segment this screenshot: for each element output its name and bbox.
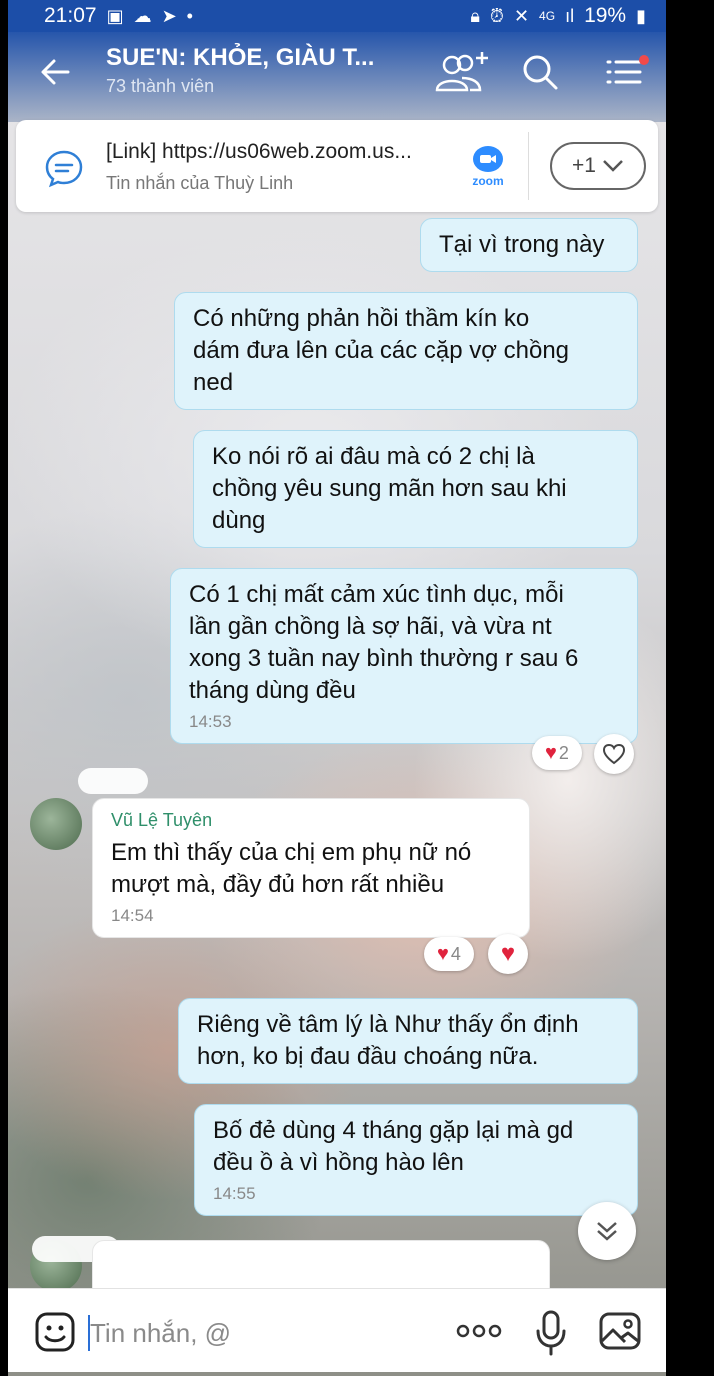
message-time: 14:54 [111,906,154,925]
cloud-icon: ☁ [133,5,152,26]
more-pinned-button[interactable]: +1 [550,142,646,190]
message-line: lần gần chồng là sợ hãi, và vừa nt [189,613,552,640]
avatar[interactable] [30,798,82,850]
more-pinned-count: +1 [572,154,596,177]
message-line: dám đưa lên của các cặp vợ chồng [193,337,570,364]
message-line: Riêng về tâm lý là Như thấy ổn định [197,1011,579,1038]
gallery-notification-icon: ▣ [106,5,124,26]
clock: 21:07 [44,4,97,27]
react-button[interactable]: ♥ [488,934,528,974]
menu-icon[interactable] [602,54,650,90]
message-line: Có những phản hồi thầm kín ko [193,305,530,332]
sender-name[interactable]: Vũ Lệ Tuyên [111,809,511,831]
heart-icon: ♥ [500,940,516,967]
status-bar: 21:07 ▣ ☁ ➤ • 🔒︎ ⏰︎ ✕ 4G ıl 19% ▮ [8,0,666,32]
message-line: xong 3 tuần nay bình thường r sau 6 [189,645,579,672]
heart-icon: ♥ [545,741,557,764]
pinned-subtitle: Tin nhắn của Thuỳ Linh [106,173,294,193]
add-member-icon[interactable] [432,48,492,96]
battery-level: 19% [584,4,627,27]
scroll-to-bottom-button[interactable] [578,1202,636,1260]
message-line: mượt mà, đầy đủ hơn rất nhiều [111,871,445,898]
message-line: Bố đẻ dùng 4 tháng gặp lại mà gd [213,1117,574,1144]
lock-icon: 🔒︎ [470,5,480,26]
member-count: 73 thành viên [106,76,215,96]
message-line: hơn, ko bị đau đầu choáng nữa. [197,1043,539,1070]
heart-icon: ♥ [437,942,449,965]
chevron-down-icon [603,160,623,172]
pinned-title: [Link] https://us06web.zoom.us... [106,140,412,163]
message-line: dùng [212,507,266,534]
reaction-count: 4 [450,943,461,964]
double-chevron-down-icon [597,1222,617,1241]
network-type: 4G [539,9,556,23]
search-icon[interactable] [520,52,560,92]
message-bubble-outgoing[interactable]: Tại vì trong này [420,218,638,272]
microphone-icon[interactable] [534,1309,568,1357]
message-bubble-outgoing[interactable]: Ko nói rõ ai đâu mà có 2 chị là chồng yê… [193,430,638,548]
pinned-message[interactable]: [Link] https://us06web.zoom.us... Tin nh… [16,120,658,212]
message-time: 14:55 [213,1184,256,1203]
divider [528,132,529,200]
video-camera-icon [473,146,503,172]
message-bubble-outgoing[interactable]: Có 1 chị mất cảm xúc tình dục, mỗi lần g… [170,568,638,744]
message-input[interactable] [90,1313,430,1353]
reaction-summary[interactable]: ♥ 4 [424,937,474,971]
message-line: ned [193,369,234,396]
dot-icon: • [186,5,193,26]
message-line: đều ồ à vì hồng hào lên [213,1149,464,1176]
message-bubble-outgoing[interactable]: Bố đẻ dùng 4 tháng gặp lại mà gd đều ồ à… [194,1104,638,1216]
back-arrow-icon[interactable] [38,54,74,90]
message-composer [8,1288,666,1372]
avatar-redaction [78,768,148,794]
message-text: Tại vì trong này [439,231,605,258]
message-bubble-outgoing[interactable]: Có những phản hồi thầm kín ko dám đưa lê… [174,292,638,410]
message-line: Em thì thấy của chị em phụ nữ nó [111,839,472,866]
message-bubble-incoming[interactable]: Vũ Lệ Tuyên Em thì thấy của chị em phụ n… [92,798,530,938]
message-line: tháng dùng đều [189,677,356,704]
telegram-icon: ➤ [161,5,177,26]
reaction-summary[interactable]: ♥ 2 [532,736,582,770]
message-line: Có 1 chị mất cảm xúc tình dục, mỗi [189,581,564,608]
message-time: 14:53 [189,712,232,731]
image-icon[interactable] [598,1311,642,1351]
chat-screen: 21:07 ▣ ☁ ➤ • 🔒︎ ⏰︎ ✕ 4G ıl 19% ▮ SUE'N:… [8,0,666,1376]
alarm-icon: ⏰︎ [489,5,504,26]
group-title[interactable]: SUE'N: KHỎE, GIÀU T... [106,44,374,72]
message-line: chồng yêu sung mãn hơn sau khi [212,475,567,502]
sticker-icon[interactable] [34,1311,76,1353]
more-options-icon[interactable] [454,1319,504,1343]
message-line: Ko nói rõ ai đâu mà có 2 chị là [212,443,535,470]
message-bubble-icon [45,150,83,188]
message-bubble-outgoing[interactable]: Riêng về tâm lý là Như thấy ổn định hơn,… [178,998,638,1084]
zoom-logo: zoom [462,146,514,192]
zoom-label: zoom [472,174,504,188]
react-button[interactable] [594,734,634,774]
mute-icon: ✕ [513,5,530,26]
reaction-count: 2 [558,742,569,763]
battery-icon: ▮ [636,5,646,26]
heart-outline-icon [602,743,626,765]
signal-icon: ıl [565,5,575,26]
